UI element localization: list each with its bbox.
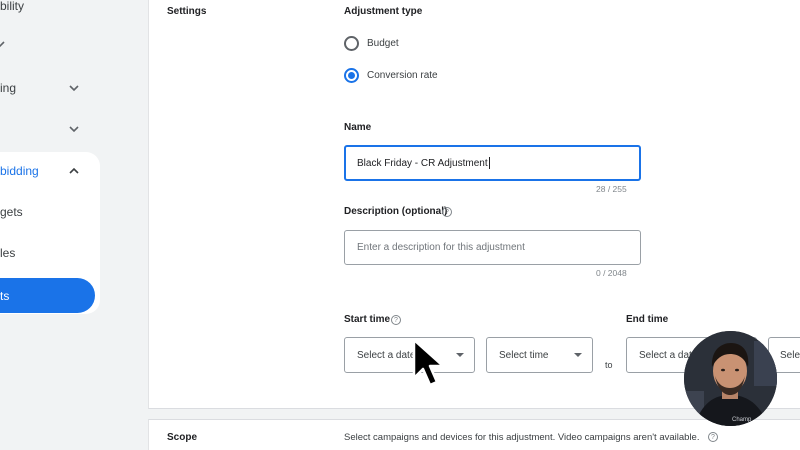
sidebar-item-bidding[interactable]: bidding (0, 159, 39, 183)
chevron-up-icon[interactable] (66, 163, 82, 179)
adjustment-type-label: Adjustment type (344, 6, 423, 17)
start-date-select-value: Select a date (357, 349, 416, 361)
chevron-down-icon[interactable] (66, 121, 82, 137)
end-time-label: End time (626, 314, 669, 325)
sidebar-item-visibility[interactable]: bility (0, 0, 24, 18)
scope-section-title: Scope (167, 432, 198, 443)
name-input[interactable]: Black Friday - CR Adjustment (344, 145, 641, 181)
sidebar-item-label: ts (0, 289, 10, 303)
budget-radio[interactable] (344, 36, 359, 51)
name-label: Name (344, 122, 372, 133)
conversion-rate-radio-label[interactable]: Conversion rate (367, 70, 438, 81)
budget-radio-label[interactable]: Budget (367, 38, 399, 49)
start-time-select-value: Select time (499, 349, 549, 361)
sidebar-item-adjustments[interactable]: ts (0, 284, 9, 308)
description-placeholder: Enter a description for this adjustment (357, 242, 525, 253)
description-input[interactable]: Enter a description for this adjustment (344, 230, 641, 265)
sidebar-item-bidding-parent[interactable]: ing (0, 76, 16, 100)
text-caret (488, 157, 490, 169)
start-time-label: Start time (344, 314, 391, 325)
to-label: to (605, 360, 613, 370)
help-icon[interactable]: ? (442, 207, 452, 217)
left-nav-sidebar: bility ing bidding gets les ts (0, 0, 148, 450)
dropdown-arrow-icon (456, 353, 464, 357)
sidebar-item-label: bidding (0, 164, 39, 178)
sidebar-item-targets[interactable]: gets (0, 200, 23, 224)
conversion-rate-radio[interactable] (344, 68, 359, 83)
webcam-overlay: Champ (684, 331, 777, 426)
settings-section-title: Settings (167, 6, 207, 17)
chevron-down-icon (0, 41, 5, 48)
name-char-counter: 28 / 255 (596, 184, 627, 194)
sidebar-item-label: bility (0, 0, 25, 13)
webcam-caption: Champ (732, 417, 752, 423)
sidebar-item-strategies[interactable]: les (0, 241, 15, 265)
sidebar-item-label: gets (0, 205, 23, 219)
name-input-value: Black Friday - CR Adjustment (357, 157, 488, 169)
mouse-cursor-icon (412, 338, 445, 387)
start-time-select[interactable]: Select time (486, 337, 593, 373)
scope-description: Select campaigns and devices for this ad… (344, 432, 700, 443)
description-char-counter: 0 / 2048 (596, 268, 627, 278)
chevron-down-icon[interactable] (66, 80, 82, 96)
description-label: Description (optional) (344, 206, 448, 217)
help-icon[interactable]: ? (391, 315, 401, 325)
presenter-video (684, 331, 777, 426)
dropdown-arrow-icon (574, 353, 582, 357)
end-time-select-value: Selec (780, 349, 800, 361)
sidebar-item-label: les (0, 246, 16, 260)
sidebar-item-label: ing (0, 81, 17, 95)
start-date-select[interactable]: Select a date (344, 337, 475, 373)
help-icon[interactable]: ? (708, 432, 718, 442)
nav-active-highlight (0, 278, 95, 313)
